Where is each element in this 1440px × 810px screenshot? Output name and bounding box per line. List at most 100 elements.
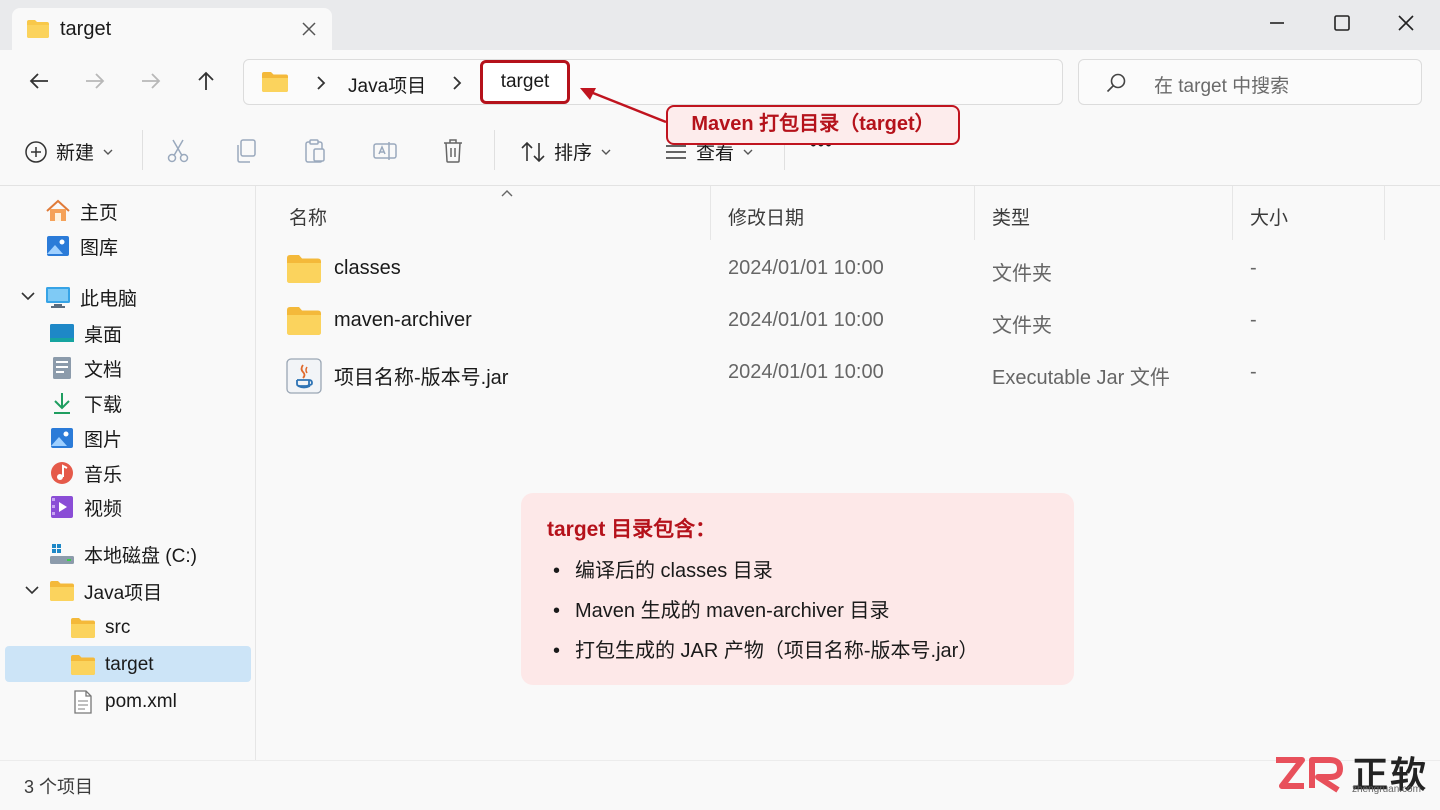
folder-icon bbox=[286, 254, 322, 284]
delete-icon[interactable] bbox=[442, 138, 464, 164]
file-name: 项目名称-版本号.jar bbox=[334, 367, 509, 389]
folder-icon bbox=[286, 306, 322, 336]
search-box[interactable]: 在 target 中搜索 bbox=[1078, 59, 1422, 105]
recent-dropdown-icon[interactable] bbox=[140, 70, 162, 92]
breadcrumb-target[interactable]: target bbox=[480, 60, 570, 104]
documents-icon bbox=[49, 355, 75, 381]
forward-icon[interactable] bbox=[84, 70, 106, 92]
sidebar-item-java-project[interactable]: Java项目 bbox=[49, 574, 162, 608]
sidebar-item-label: 此电脑 bbox=[80, 288, 138, 310]
chevron-down-icon[interactable] bbox=[24, 584, 40, 596]
address-bar[interactable]: Java项目 target bbox=[243, 59, 1063, 105]
gallery-icon bbox=[45, 233, 71, 259]
file-modified: 2024/01/01 10:00 bbox=[728, 309, 884, 331]
sidebar-item-label: 主页 bbox=[80, 202, 119, 224]
chevron-down-icon bbox=[742, 147, 754, 157]
sidebar-item-home[interactable]: 主页 bbox=[45, 194, 118, 228]
desktop-icon bbox=[49, 320, 75, 346]
download-icon bbox=[49, 390, 75, 416]
copy-icon[interactable] bbox=[234, 138, 258, 164]
sidebar-item-pictures[interactable]: 图片 bbox=[49, 421, 122, 455]
sidebar-item-label: src bbox=[105, 617, 131, 638]
column-header-modified[interactable]: 修改日期 bbox=[728, 203, 804, 230]
tab-target[interactable]: target bbox=[12, 8, 332, 50]
file-modified: 2024/01/01 10:00 bbox=[728, 257, 884, 279]
navigation-pane: 主页 图库 此电脑 桌面 文档 下载 图片 音乐 视频 本地磁盘 (C:) Ja… bbox=[0, 186, 256, 760]
sidebar-item-desktop[interactable]: 桌面 bbox=[49, 316, 122, 350]
sidebar-item-label: 图库 bbox=[80, 237, 119, 259]
column-separator[interactable] bbox=[710, 186, 711, 240]
cut-icon[interactable] bbox=[166, 138, 190, 164]
paste-icon[interactable] bbox=[303, 138, 327, 164]
pictures-icon bbox=[49, 425, 75, 451]
sidebar-item-target[interactable]: target bbox=[70, 648, 154, 682]
folder-icon bbox=[70, 652, 96, 678]
tab-close-icon[interactable] bbox=[300, 20, 318, 38]
column-header-name[interactable]: 名称 bbox=[289, 203, 327, 230]
sidebar-item-label: 图片 bbox=[84, 429, 123, 451]
file-row-maven-archiver[interactable]: maven-archiver 2024/01/01 10:00 文件夹 - bbox=[256, 298, 1440, 346]
chevron-right-icon[interactable] bbox=[450, 75, 464, 91]
separator bbox=[494, 130, 495, 170]
sidebar-item-videos[interactable]: 视频 bbox=[49, 490, 122, 524]
sidebar-item-label: 桌面 bbox=[84, 324, 123, 346]
column-separator[interactable] bbox=[1232, 186, 1233, 240]
chevron-down-icon bbox=[600, 147, 612, 157]
sidebar-item-label: pom.xml bbox=[105, 691, 177, 712]
sidebar-item-label: target bbox=[105, 654, 154, 675]
sidebar-item-label: 文档 bbox=[84, 359, 123, 381]
folder-icon bbox=[261, 71, 289, 93]
sidebar-item-src[interactable]: src bbox=[70, 611, 130, 645]
zr-logo-icon bbox=[1276, 757, 1343, 793]
sidebar-item-gallery[interactable]: 图库 bbox=[45, 229, 118, 263]
status-bar: 3 个项目 bbox=[0, 760, 1440, 810]
sidebar-item-documents[interactable]: 文档 bbox=[49, 351, 122, 385]
file-row-jar[interactable]: 项目名称-版本号.jar 2024/01/01 10:00 Executable… bbox=[256, 350, 1440, 398]
up-icon[interactable] bbox=[195, 70, 217, 92]
sidebar-item-label: 本地磁盘 (C:) bbox=[84, 545, 197, 567]
sort-ascending-icon bbox=[500, 188, 514, 198]
column-header-size[interactable]: 大小 bbox=[1250, 203, 1288, 230]
watermark-url: zhengruan.com bbox=[1352, 784, 1421, 795]
sidebar-item-pom-xml[interactable]: pom.xml bbox=[70, 685, 177, 719]
home-icon bbox=[45, 198, 71, 224]
sidebar-item-label: 视频 bbox=[84, 498, 123, 520]
sidebar-item-music[interactable]: 音乐 bbox=[49, 456, 122, 490]
info-box-heading: target 目录包含： bbox=[547, 518, 717, 541]
music-icon bbox=[49, 460, 75, 486]
sidebar-item-this-pc[interactable]: 此电脑 bbox=[45, 280, 137, 314]
add-circle-icon bbox=[24, 140, 48, 164]
file-modified: 2024/01/01 10:00 bbox=[728, 361, 884, 383]
tab-title: target bbox=[60, 18, 112, 40]
list-item: Maven 生成的 maven-archiver 目录 bbox=[547, 591, 978, 631]
file-row-classes[interactable]: classes 2024/01/01 10:00 文件夹 - bbox=[256, 246, 1440, 294]
sidebar-item-label: Java项目 bbox=[84, 582, 163, 604]
minimize-icon[interactable] bbox=[1266, 12, 1288, 34]
back-icon[interactable] bbox=[28, 70, 50, 92]
sidebar-item-downloads[interactable]: 下载 bbox=[49, 386, 122, 420]
new-button[interactable]: 新建 bbox=[24, 138, 114, 165]
watermark-logo: 正软 zhengruan.com bbox=[1272, 748, 1432, 804]
file-size: - bbox=[1250, 361, 1257, 383]
file-type: Executable Jar 文件 bbox=[992, 367, 1170, 389]
chevron-down-icon[interactable] bbox=[20, 290, 36, 302]
sort-button-label: 排序 bbox=[554, 143, 593, 164]
close-window-icon[interactable] bbox=[1395, 12, 1417, 34]
search-icon bbox=[1105, 72, 1127, 94]
chevron-right-icon[interactable] bbox=[314, 75, 328, 91]
pc-icon bbox=[45, 284, 71, 310]
file-size: - bbox=[1250, 309, 1257, 331]
column-header-type[interactable]: 类型 bbox=[992, 203, 1030, 230]
new-button-label: 新建 bbox=[56, 143, 95, 164]
column-separator[interactable] bbox=[1384, 186, 1385, 240]
list-item: 打包生成的 JAR 产物（项目名称-版本号.jar） bbox=[547, 631, 978, 671]
breadcrumb-java-project[interactable]: Java项目 bbox=[348, 71, 426, 98]
callout-label: Maven 打包目录（target） bbox=[666, 105, 960, 145]
sidebar-item-label: 下载 bbox=[84, 394, 123, 416]
maximize-icon[interactable] bbox=[1331, 12, 1353, 34]
sidebar-item-local-disk[interactable]: 本地磁盘 (C:) bbox=[49, 537, 197, 571]
column-separator[interactable] bbox=[974, 186, 975, 240]
rename-icon[interactable] bbox=[372, 138, 398, 164]
info-box: target 目录包含： 编译后的 classes 目录 Maven 生成的 m… bbox=[521, 493, 1074, 685]
sort-button[interactable]: 排序 bbox=[520, 138, 612, 165]
